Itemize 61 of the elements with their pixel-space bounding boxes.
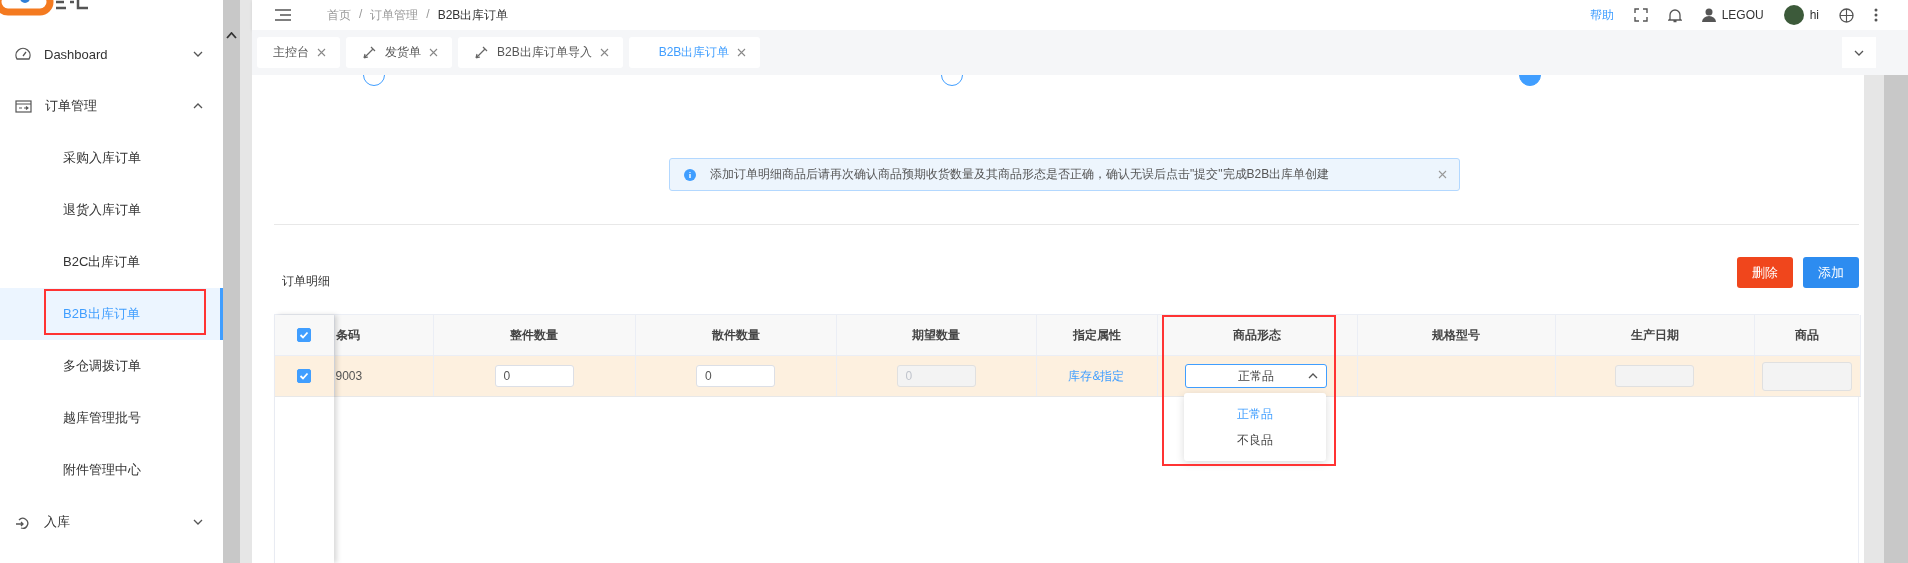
column-header: 散件数量 [635, 315, 836, 356]
pen-icon [362, 45, 377, 60]
sidebar-item[interactable]: Dashboard [0, 28, 223, 80]
avatar[interactable] [1783, 5, 1804, 25]
close-icon[interactable] [737, 48, 747, 57]
scrollbar[interactable] [223, 0, 240, 563]
close-icon[interactable] [429, 48, 438, 57]
order-list-icon [15, 99, 32, 113]
breadcrumb-item[interactable]: B2B出库订单 [437, 6, 509, 24]
tab-list-button[interactable] [1842, 37, 1876, 68]
tab[interactable]: B2B出库订单导入 [458, 37, 623, 68]
column-header: 生产日期 [1555, 315, 1754, 356]
caret-up-icon [226, 32, 237, 39]
greeting: hi [1809, 8, 1819, 22]
close-icon[interactable] [1438, 170, 1447, 179]
close-icon[interactable] [599, 48, 609, 57]
breadcrumb-separator: / [426, 6, 430, 23]
user-icon[interactable] [1701, 8, 1716, 22]
sidebar-item[interactable]: 订单管理 [0, 80, 223, 132]
breadcrumb-separator: / [359, 6, 363, 23]
menu-icon[interactable] [275, 9, 291, 21]
dropdown-option[interactable]: 不良品 [1183, 427, 1326, 453]
checkbox[interactable] [297, 369, 312, 384]
alert-text: 添加订单明细商品后请再次确认商品预期收货数量及其商品形态是否正确，确认无误后点击"提交"完成B2B出库单创建 [710, 166, 1331, 183]
delete-button[interactable]: 删除 [1737, 257, 1793, 288]
gauge-icon [15, 47, 31, 61]
inbound-icon [15, 514, 31, 530]
column-header: 指定属性 [1036, 315, 1157, 356]
globe-icon[interactable] [1839, 7, 1854, 23]
sidebar-item[interactable]: B2C出库订单 [0, 236, 223, 288]
select-field[interactable]: 正常品 [1184, 364, 1327, 388]
column-header: 商品形态 [1157, 315, 1357, 356]
input-field[interactable]: 0 [494, 365, 574, 387]
column-header: 商品 [1754, 315, 1860, 356]
tab-label[interactable]: 主控台 [273, 44, 309, 61]
column-header: 规格型号 [1357, 315, 1555, 356]
column-header: 整件数量 [433, 315, 635, 356]
bell-icon[interactable] [1667, 7, 1682, 23]
checkbox[interactable] [297, 328, 312, 343]
tab-label[interactable]: B2B出库订单导入 [497, 44, 592, 61]
sidebar-item[interactable]: 采购入库订单 [0, 132, 223, 184]
pen-icon [474, 45, 489, 60]
fullscreen-icon[interactable] [1633, 8, 1648, 22]
tab-label[interactable]: 发货单 [385, 44, 421, 61]
tab[interactable]: 主控台 [257, 37, 340, 68]
sidebar-item[interactable]: 多仓调拨订单 [0, 340, 223, 392]
section-title: 订单明细 [282, 273, 331, 290]
table-cell: 9003 [334, 355, 433, 397]
tab[interactable]: 发货单 [346, 37, 452, 68]
sidebar-item[interactable]: 退货入库订单 [0, 184, 223, 236]
sidebar-item[interactable]: 入库 [0, 496, 223, 548]
input-field[interactable]: 0 [696, 365, 775, 387]
column-header: 条码 [334, 315, 433, 356]
more-icon[interactable] [1874, 8, 1878, 22]
user-name[interactable]: LEGOU [1721, 8, 1764, 22]
sidebar-item[interactable]: 附件管理中心 [0, 444, 223, 496]
chevron-down-icon [1854, 49, 1864, 56]
sidebar-item[interactable]: 越库管理批号 [0, 392, 223, 444]
info-icon [684, 168, 696, 181]
column-header: 期望数量 [836, 315, 1036, 356]
close-icon[interactable] [317, 48, 326, 57]
